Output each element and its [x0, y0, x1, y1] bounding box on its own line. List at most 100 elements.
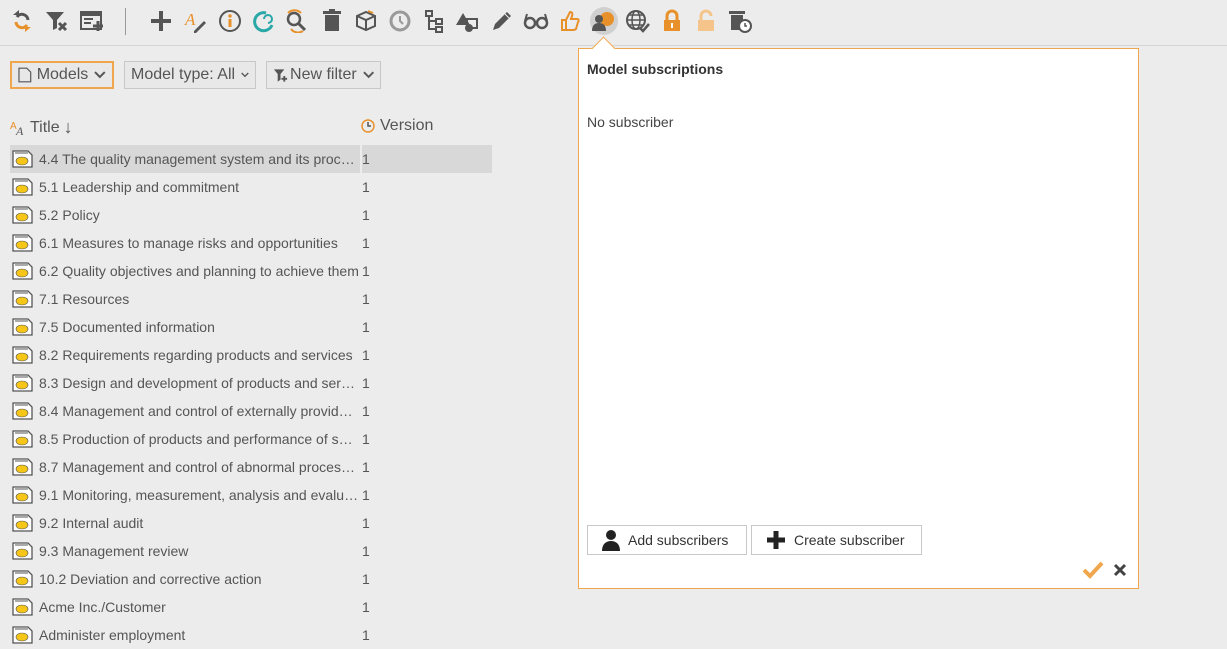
- model-document-icon: [12, 290, 33, 308]
- row-title: 5.2 Policy: [39, 207, 100, 223]
- document-icon: [18, 67, 32, 83]
- row-version: 1: [362, 235, 370, 251]
- clear-filter-button[interactable]: [43, 7, 71, 35]
- row-title: 7.5 Documented information: [39, 319, 215, 335]
- row-version: 1: [362, 151, 370, 167]
- row-version: 1: [362, 571, 370, 587]
- sync-button[interactable]: [250, 7, 278, 35]
- row-version: 1: [362, 543, 370, 559]
- delete-scheduled-icon: [729, 11, 752, 33]
- table-row[interactable]: 6.1 Measures to manage risks and opportu…: [10, 229, 490, 257]
- like-icon: [561, 10, 580, 31]
- model-document-icon: [12, 318, 33, 336]
- row-version: 1: [362, 179, 370, 195]
- table-row[interactable]: 10.2 Deviation and corrective action 1: [10, 565, 490, 593]
- add-button[interactable]: [147, 7, 175, 35]
- popup-title: Model subscriptions: [587, 61, 724, 77]
- subscriptions-popup: Model subscriptions No subscriber Add su…: [578, 36, 1139, 589]
- table-row[interactable]: Administer employment 1: [10, 621, 490, 649]
- rename-icon: A: [184, 10, 206, 33]
- title-header-label: Title: [30, 118, 60, 136]
- edit-button[interactable]: [488, 7, 516, 35]
- table-row[interactable]: 7.5 Documented information 1: [10, 313, 490, 341]
- add-list-button[interactable]: [78, 7, 106, 35]
- shapes-button[interactable]: [454, 7, 482, 35]
- unlock-button[interactable]: [692, 7, 720, 35]
- sync-icon: [253, 11, 274, 33]
- sort-arrow: ↓: [63, 117, 73, 137]
- row-title: 6.1 Measures to manage risks and opportu…: [39, 235, 338, 251]
- table-row[interactable]: 4.4 The quality management system and it…: [10, 145, 492, 173]
- history-button[interactable]: [386, 7, 414, 35]
- table-row[interactable]: 9.2 Internal audit 1: [10, 509, 490, 537]
- close-icon: [1113, 563, 1127, 577]
- create-subscriber-button[interactable]: Create subscriber: [751, 525, 922, 555]
- row-title: 8.3 Design and development of products a…: [39, 375, 359, 391]
- models-dropdown[interactable]: Models: [10, 61, 114, 89]
- row-version: 1: [362, 459, 370, 475]
- row-title: 8.5 Production of products and performan…: [39, 431, 359, 447]
- chevron-down-icon: [241, 72, 249, 78]
- alphabetical-sort-icon: AA: [10, 121, 24, 137]
- refresh-button[interactable]: [8, 7, 36, 35]
- delete-icon: [323, 9, 341, 31]
- add-filter-icon: [273, 69, 288, 82]
- row-version: 1: [362, 347, 370, 363]
- table-row[interactable]: 9.3 Management review 1: [10, 537, 490, 565]
- clock-icon: [361, 119, 375, 133]
- version-header-label: Version: [380, 117, 434, 134]
- row-version: 1: [362, 375, 370, 391]
- globe-button[interactable]: [624, 7, 652, 35]
- empty-message: No subscriber: [587, 114, 674, 130]
- confirm-button[interactable]: [1082, 561, 1104, 579]
- list-header: AA Title ↓ Version: [10, 117, 490, 141]
- hierarchy-icon: [425, 10, 443, 33]
- view-button[interactable]: [522, 7, 550, 35]
- table-row[interactable]: 8.5 Production of products and performan…: [10, 425, 490, 453]
- lock-button[interactable]: [658, 7, 686, 35]
- table-row[interactable]: 8.4 Management and control of externally…: [10, 397, 490, 425]
- table-row[interactable]: 5.2 Policy 1: [10, 201, 490, 229]
- add-subscribers-button[interactable]: Add subscribers: [587, 525, 747, 555]
- model-document-icon: [12, 486, 33, 504]
- subscribe-button[interactable]: [590, 7, 618, 35]
- table-row[interactable]: 8.2 Requirements regarding products and …: [10, 341, 490, 369]
- cancel-button[interactable]: [1113, 563, 1127, 577]
- history-icon: [389, 10, 411, 32]
- model-document-icon: [12, 234, 33, 252]
- add-subscribers-label: Add subscribers: [628, 532, 729, 548]
- row-title: 9.3 Management review: [39, 543, 189, 559]
- model-document-icon: [12, 626, 33, 644]
- replace-button[interactable]: [283, 7, 311, 35]
- model-type-dropdown[interactable]: Model type: All: [124, 61, 256, 89]
- rename-button[interactable]: A: [182, 7, 210, 35]
- model-document-icon: [12, 346, 33, 364]
- model-document-icon: [12, 262, 33, 280]
- table-row[interactable]: 6.2 Quality objectives and planning to a…: [10, 257, 490, 285]
- package-button[interactable]: [352, 7, 380, 35]
- svg-text:A: A: [184, 10, 196, 29]
- table-row[interactable]: 8.3 Design and development of products a…: [10, 369, 490, 397]
- model-document-icon: [12, 150, 33, 168]
- delete-scheduled-button[interactable]: [726, 7, 754, 35]
- new-filter-label: New filter: [290, 66, 357, 83]
- row-title: 4.4 The quality management system and it…: [39, 151, 359, 167]
- package-icon: [356, 10, 376, 32]
- table-row[interactable]: 9.1 Monitoring, measurement, analysis an…: [10, 481, 490, 509]
- row-version: 1: [362, 627, 370, 643]
- like-button[interactable]: [556, 7, 584, 35]
- hierarchy-button[interactable]: [420, 7, 448, 35]
- toolbar-separator: [125, 8, 126, 35]
- table-row[interactable]: 8.7 Management and control of abnormal p…: [10, 453, 490, 481]
- version-column-header[interactable]: Version: [360, 117, 433, 135]
- info-button[interactable]: [216, 7, 244, 35]
- delete-button[interactable]: [318, 7, 346, 35]
- table-row[interactable]: Acme Inc./Customer 1: [10, 593, 490, 621]
- table-row[interactable]: 7.1 Resources 1: [10, 285, 490, 313]
- model-type-label: Model type: All: [131, 66, 236, 83]
- checkmark-icon: [1082, 561, 1104, 579]
- title-column-header[interactable]: AA Title ↓: [10, 117, 73, 138]
- table-row[interactable]: 5.1 Leadership and commitment 1: [10, 173, 490, 201]
- new-filter-dropdown[interactable]: New filter: [266, 61, 381, 89]
- row-version: 1: [362, 599, 370, 615]
